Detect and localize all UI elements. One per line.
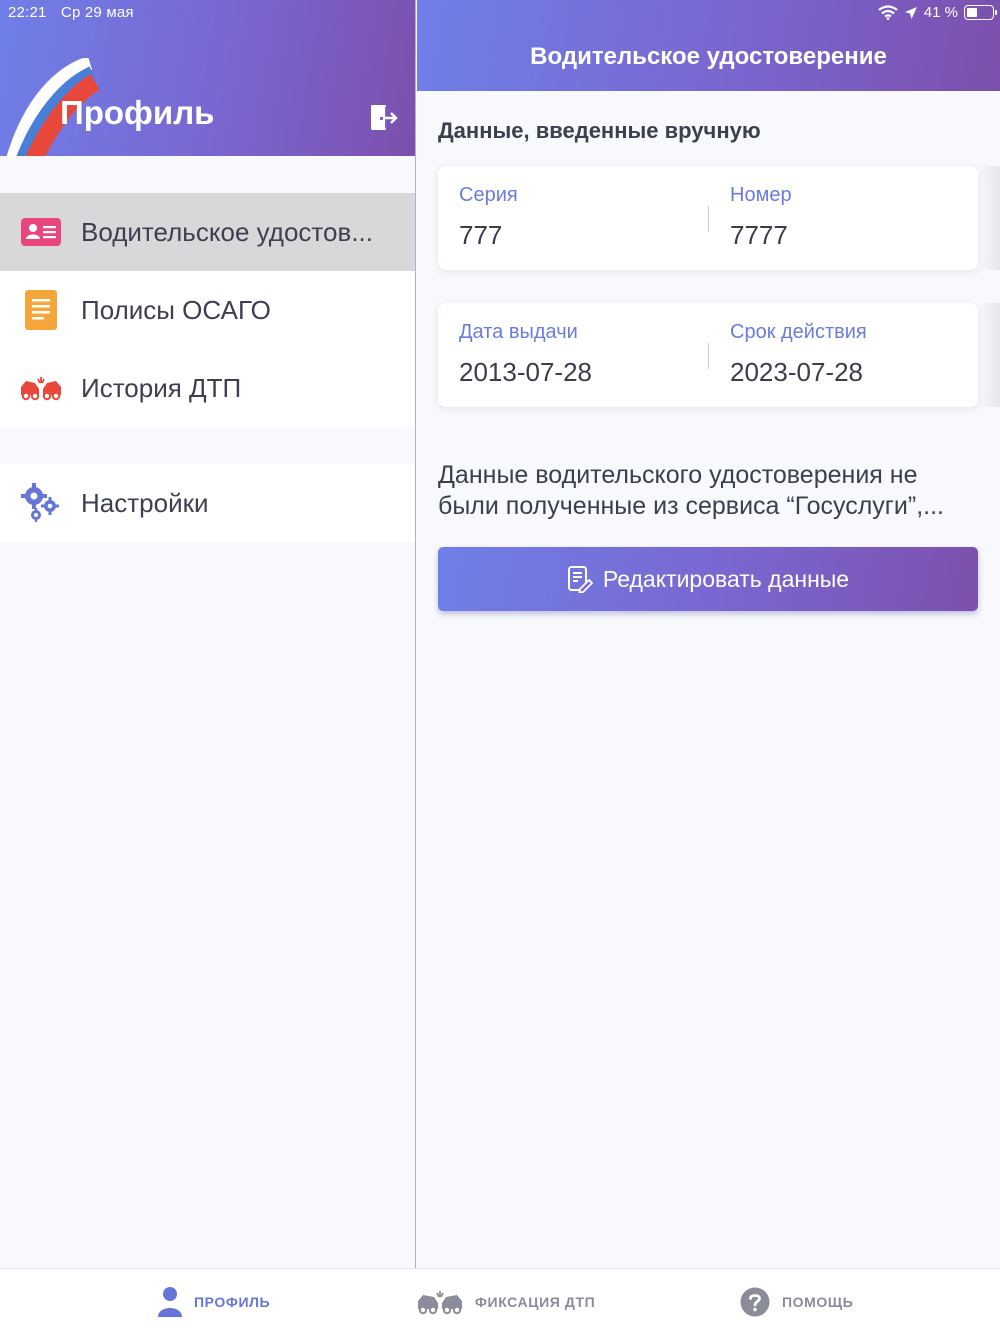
- expiry-date-field: Срок действия 2023-07-28: [730, 321, 867, 388]
- card-edge-shadow: [978, 303, 1000, 407]
- edit-button-label: Редактировать данные: [602, 565, 850, 592]
- card-edge-shadow: [978, 166, 1000, 270]
- sidebar-item-settings[interactable]: Настройки: [0, 464, 415, 542]
- sidebar-item-label: Полисы ОСАГО: [81, 294, 271, 325]
- expiry-date-label: Срок действия: [730, 321, 867, 343]
- number-label: Номер: [730, 184, 792, 206]
- sidebar-item-accident-history[interactable]: История ДТП: [0, 349, 415, 427]
- sidebar-item-driver-license[interactable]: Водительское удостов...: [0, 193, 415, 271]
- logout-icon: [371, 105, 398, 130]
- wifi-icon: [878, 5, 898, 20]
- issue-date-value: 2013-07-28: [459, 357, 592, 387]
- battery-icon: [964, 5, 997, 20]
- sidebar-item-osago-policies[interactable]: Полисы ОСАГО: [0, 271, 415, 349]
- issue-date-field: Дата выдачи 2013-07-28: [459, 321, 592, 388]
- help-icon: [740, 1287, 770, 1317]
- car-crash-icon: [418, 1291, 462, 1315]
- location-arrow-icon: [904, 6, 917, 19]
- gears-icon: [20, 482, 62, 524]
- status-time: 22:21: [8, 4, 47, 21]
- tab-label: ФИКСАЦИЯ ДТП: [475, 1294, 596, 1310]
- main-header: 41 % Водительское удостоверение: [417, 0, 1000, 91]
- issue-date-label: Дата выдачи: [459, 321, 578, 343]
- driver-license-icon: [20, 211, 62, 253]
- card-divider: [708, 206, 709, 232]
- license-series-number-card: Серия 777 Номер 7777: [438, 166, 978, 270]
- logout-button[interactable]: [367, 102, 399, 134]
- license-dates-card: Дата выдачи 2013-07-28 Срок действия 202…: [438, 303, 978, 407]
- series-field: Серия 777: [459, 184, 518, 251]
- page-title: Водительское удостоверение: [530, 43, 887, 70]
- sidebar-title: Профиль: [60, 94, 215, 131]
- sidebar-item-label: Настройки: [81, 487, 209, 518]
- sidebar-header: 22:21 Ср 29 мая Профиль: [0, 0, 415, 156]
- card-divider: [708, 343, 709, 369]
- sidebar: 22:21 Ср 29 мая Профиль Водительское удо…: [0, 0, 416, 1268]
- edit-data-button[interactable]: Редактировать данные: [438, 547, 978, 611]
- number-value: 7777: [730, 220, 788, 250]
- status-date: Ср 29 мая: [60, 4, 134, 21]
- sidebar-item-label: История ДТП: [81, 372, 242, 403]
- bottom-tab-bar: ПРОФИЛЬ ФИКСАЦИЯ ДТП ПОМОЩЬ: [0, 1268, 1000, 1334]
- section-title: Данные, введенные вручную: [438, 118, 761, 143]
- number-field: Номер 7777: [730, 184, 792, 251]
- main-panel: 41 % Водительское удостоверение Данные, …: [417, 0, 1000, 1268]
- expiry-date-value: 2023-07-28: [730, 357, 863, 387]
- car-crash-icon: [20, 367, 62, 409]
- document-icon: [20, 289, 62, 331]
- status-bar-left: 22:21 Ср 29 мая: [8, 4, 144, 21]
- tab-profile[interactable]: ПРОФИЛЬ: [158, 1269, 270, 1334]
- tab-label: ПОМОЩЬ: [782, 1294, 854, 1310]
- battery-percent: 41 %: [923, 4, 958, 21]
- sidebar-item-label: Водительское удостов...: [81, 216, 373, 247]
- edit-document-icon: [567, 565, 593, 593]
- tab-help[interactable]: ПОМОЩЬ: [740, 1269, 853, 1334]
- tab-accident-fixation[interactable]: ФИКСАЦИЯ ДТП: [417, 1269, 595, 1334]
- gosuslugi-info-text: Данные водительского удостоверения не бы…: [438, 461, 944, 520]
- series-label: Серия: [459, 184, 518, 206]
- status-bar-right: 41 %: [872, 4, 997, 21]
- series-value: 777: [459, 220, 503, 250]
- person-icon: [158, 1287, 182, 1317]
- tab-label: ПРОФИЛЬ: [194, 1294, 271, 1310]
